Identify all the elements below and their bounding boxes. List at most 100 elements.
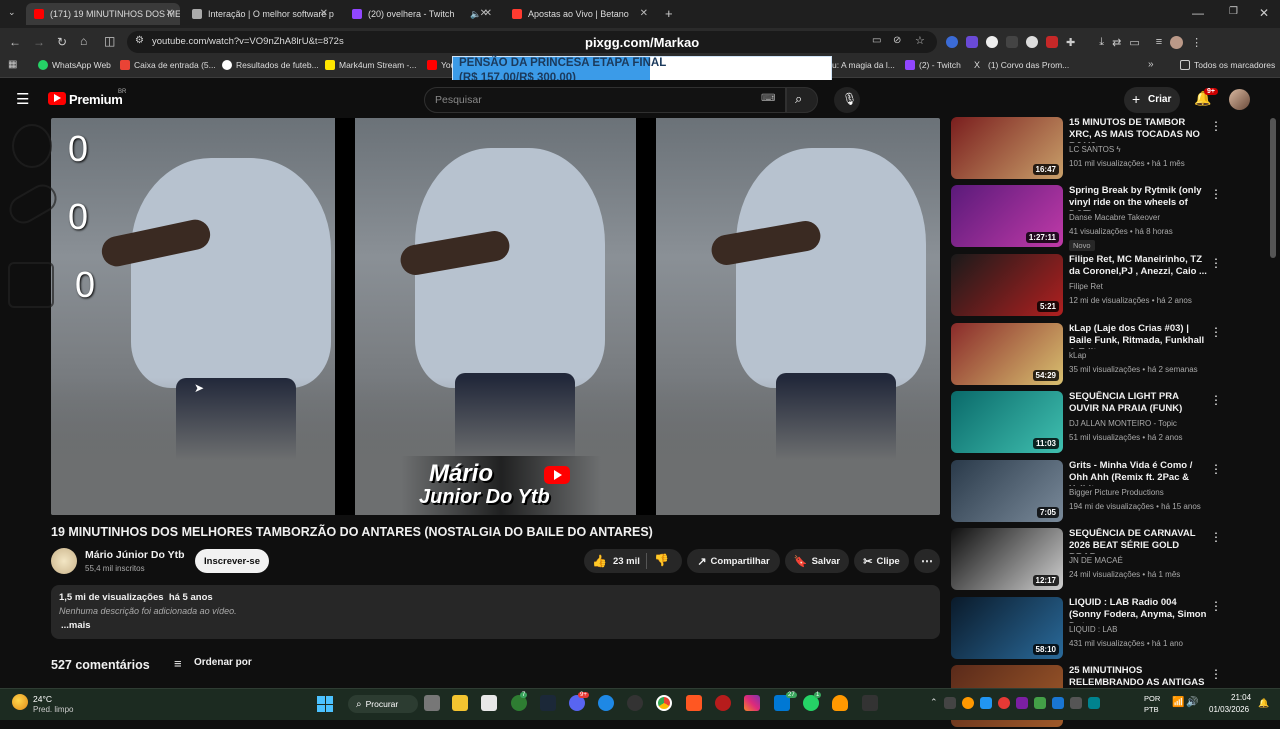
recommended-video[interactable]: 11:03 SEQUÊNCIA LIGHT PRA OUVIR NA PRAIA … — [951, 391, 1266, 455]
more-bookmarks-icon[interactable]: » — [1148, 59, 1154, 70]
page-scrollbar[interactable] — [1270, 118, 1276, 258]
recommended-video-title[interactable]: LIQUID : LAB Radio 004 (Sonny Fodera, An… — [1069, 597, 1209, 623]
sort-icon[interactable]: ≡ — [174, 656, 182, 671]
recommended-video-title[interactable]: SEQUÊNCIA LIGHT PRA OUVIR NA PRAIA (FUNK… — [1069, 391, 1209, 415]
hamburger-menu-icon[interactable]: ☰ — [16, 90, 29, 108]
profile-avatar[interactable] — [1170, 35, 1184, 49]
more-actions-button[interactable]: ⋯ — [914, 549, 940, 573]
subscribe-button[interactable]: Inscrever-se — [195, 549, 269, 573]
video-thumbnail[interactable]: 1:27:11 — [951, 185, 1063, 247]
recommended-video-title[interactable]: Spring Break by Rytmik (only vinyl ride … — [1069, 185, 1209, 211]
clip-button[interactable]: ✂ Clipe — [854, 549, 909, 573]
extension-icon[interactable] — [1006, 36, 1018, 48]
video-player[interactable]: Mário Junior Do Ytb — [51, 118, 940, 515]
more-options-icon[interactable]: ⋮ — [1210, 530, 1222, 544]
search-button[interactable]: ⌕ — [786, 87, 818, 113]
bookmark-kick[interactable]: Mark4um Stream -... — [325, 60, 416, 70]
file-explorer-icon[interactable] — [452, 695, 468, 711]
bookmark-twitch[interactable]: (2) - Twitch — [905, 60, 961, 70]
recommended-video[interactable]: 16:47 15 MINUTOS DE TAMBOR XRC, AS MAIS T… — [951, 117, 1266, 181]
share-button[interactable]: ↗ Compartilhar — [687, 549, 780, 573]
tab-list-icon[interactable]: ⌄ — [8, 7, 16, 18]
weather-temperature[interactable]: 24°C — [33, 694, 52, 704]
recommended-video-title[interactable]: Grits - Minha Vida é Como / Ohh Ahh (Rem… — [1069, 460, 1209, 486]
recommended-channel-name[interactable]: kLap — [1069, 351, 1086, 360]
extension-icon[interactable] — [946, 36, 958, 48]
search-input[interactable]: Pesquisar ⌨ — [424, 87, 786, 113]
tab-betano[interactable]: Apostas ao Vivo | Betano ✕ — [504, 3, 654, 25]
voice-search-button[interactable]: 🎙 — [834, 87, 860, 113]
recommended-video-title[interactable]: 15 MINUTOS DE TAMBOR XRC, AS MAIS TOCADA… — [1069, 117, 1209, 143]
tray-app-icon[interactable] — [979, 697, 992, 709]
like-count[interactable]: 23 mil — [613, 556, 640, 567]
tray-app-icon[interactable] — [1033, 697, 1046, 709]
thumbs-down-icon[interactable]: 👎 — [654, 553, 669, 567]
extensions-puzzle-icon[interactable]: ✚ — [1066, 36, 1075, 49]
reading-list-icon[interactable]: ≡ — [1156, 36, 1162, 48]
bookmark-corvo[interactable]: X (1) Corvo das Prom... — [974, 60, 1069, 70]
notifications-icon[interactable]: 🔔 — [1258, 698, 1269, 709]
video-thumbnail[interactable]: 11:03 — [951, 391, 1063, 453]
keyboard-icon[interactable]: ⌨ — [761, 93, 775, 104]
sidebar-icon[interactable]: ◫ — [104, 34, 115, 48]
close-tab-icon[interactable]: ✕ — [320, 8, 328, 19]
tray-app-icon[interactable] — [1069, 697, 1082, 709]
recommended-channel-name[interactable]: LIQUID : LAB — [1069, 625, 1117, 634]
app-icon[interactable] — [832, 695, 848, 711]
recommended-channel-name[interactable]: LC SANTOS ϟ — [1069, 145, 1121, 154]
more-options-icon[interactable]: ⋮ — [1210, 667, 1222, 681]
cast-screen-icon[interactable]: ▭ — [1129, 36, 1139, 49]
recommended-video-title[interactable]: Filipe Ret, MC Maneirinho, TZ da Coronel… — [1069, 254, 1209, 278]
recommended-video-title[interactable]: 25 MINUTINHOS RELEMBRANDO AS ANTIGAS — [1069, 665, 1209, 689]
video-thumbnail[interactable]: 58:10 — [951, 597, 1063, 659]
tray-app-icon[interactable] — [1087, 697, 1100, 709]
create-button[interactable]: + Criar — [1124, 87, 1180, 113]
more-options-icon[interactable]: ⋮ — [1210, 256, 1222, 270]
recommended-video[interactable]: 7:05 Grits - Minha Vida é Como / Ohh Ahh … — [951, 460, 1266, 524]
sort-by-button[interactable]: Ordenar por — [194, 657, 252, 668]
video-thumbnail[interactable]: 7:05 — [951, 460, 1063, 522]
video-thumbnail[interactable]: 54:29 — [951, 323, 1063, 385]
more-options-icon[interactable]: ⋮ — [1210, 393, 1222, 407]
tab-youtube[interactable]: (171) 19 MINUTINHOS DOS ME ✕ — [26, 3, 180, 25]
recommended-video-title[interactable]: SEQUÊNCIA DE CARNAVAL 2026 BEAT SÉRIE GO… — [1069, 528, 1209, 554]
show-more-link[interactable]: ...mais — [61, 620, 91, 631]
keyboard-language-1[interactable]: POR — [1144, 694, 1160, 703]
obs-icon[interactable] — [627, 695, 643, 711]
windows-start-icon[interactable] — [317, 696, 333, 712]
recommended-video-title[interactable]: kLap (Laje dos Crias #03) | Baile Funk, … — [1069, 323, 1209, 349]
restore-icon[interactable]: ❐ — [1229, 6, 1238, 17]
minimize-icon[interactable]: — — [1192, 6, 1204, 20]
app-icon[interactable] — [686, 695, 702, 711]
app-icon[interactable] — [862, 695, 878, 711]
extension-icon[interactable] — [986, 36, 998, 48]
channel-name[interactable]: Mário Júnior Do Ytb — [85, 549, 185, 561]
youtube-logo-icon[interactable] — [48, 92, 66, 105]
thumbs-up-icon[interactable]: 👍 — [592, 554, 607, 568]
recommended-video[interactable]: 58:10 LIQUID : LAB Radio 004 (Sonny Foder… — [951, 597, 1266, 661]
cast-icon[interactable]: ▭ — [872, 35, 881, 46]
tab-interacao[interactable]: Interação | O melhor software p ✕ — [184, 3, 334, 25]
keyboard-language-2[interactable]: PTB — [1144, 705, 1159, 714]
recommended-channel-name[interactable]: Danse Macabre Takeover — [1069, 213, 1160, 222]
description-box[interactable]: 1,5 mi de visualizações há 5 anos Nenhum… — [51, 585, 940, 639]
new-tab-icon[interactable]: + — [665, 6, 673, 21]
instagram-icon[interactable] — [744, 695, 760, 711]
more-options-icon[interactable]: ⋮ — [1210, 119, 1222, 133]
more-options-icon[interactable]: ⋮ — [1210, 462, 1222, 476]
extension-icon[interactable] — [1026, 36, 1038, 48]
download-icon[interactable]: ⤓ — [1099, 36, 1104, 49]
url-field[interactable]: ⚙ youtube.com/watch?v=VO9nZhA8lrU&t=872s… — [127, 31, 937, 53]
all-bookmarks[interactable]: Todos os marcadores — [1180, 60, 1275, 70]
tray-app-icon[interactable] — [943, 697, 956, 709]
app-icon[interactable] — [715, 695, 731, 711]
close-tab-icon[interactable]: ✕ — [640, 8, 648, 19]
bookmark-star-icon[interactable]: ☆ — [915, 34, 925, 47]
edge-icon[interactable] — [598, 695, 614, 711]
recommended-channel-name[interactable]: Filipe Ret — [1069, 282, 1103, 291]
store-icon[interactable] — [481, 695, 497, 711]
recommended-channel-name[interactable]: DJ ALLAN MONTEIRO - Topic — [1069, 419, 1177, 428]
save-button[interactable]: 🔖 Salvar — [785, 549, 849, 573]
tray-app-icon[interactable] — [1015, 697, 1028, 709]
forward-icon[interactable]: → — [33, 35, 45, 49]
